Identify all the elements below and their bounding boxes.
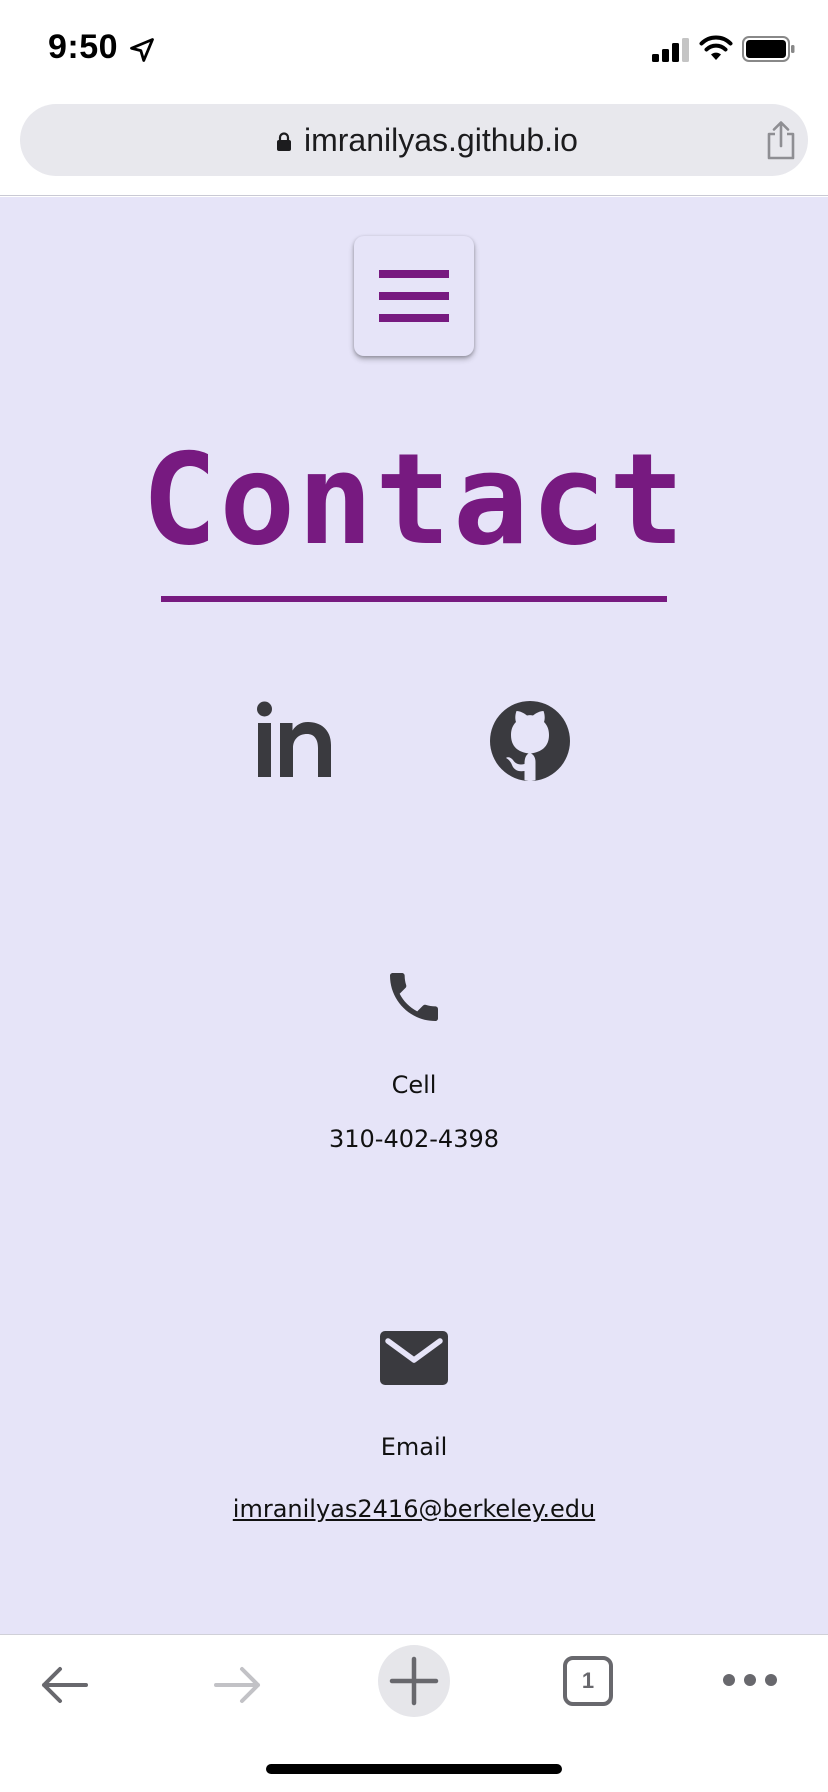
plus-icon bbox=[389, 1656, 439, 1706]
email-link[interactable]: imranilyas2416@berkeley.edu bbox=[0, 1495, 828, 1523]
share-icon[interactable] bbox=[764, 120, 798, 160]
page-content: Contact Cell 310-402-4398 Email imranily… bbox=[0, 197, 828, 1634]
lock-icon bbox=[277, 132, 291, 151]
tabs-button[interactable]: 1 bbox=[562, 1655, 614, 1707]
address-bar[interactable]: imranilyas.github.io bbox=[20, 104, 808, 176]
envelope-icon bbox=[380, 1331, 448, 1385]
status-bar: 9:50 bbox=[0, 0, 828, 96]
phone-number[interactable]: 310-402-4398 bbox=[0, 1125, 828, 1153]
email-label: Email bbox=[380, 1433, 448, 1461]
title-underline bbox=[161, 596, 667, 602]
cellular-signal-icon bbox=[652, 38, 689, 62]
status-time: 9:50 bbox=[48, 28, 119, 66]
wifi-icon bbox=[699, 35, 733, 60]
browser-address-area: imranilyas.github.io bbox=[0, 96, 828, 196]
url-text: imranilyas.github.io bbox=[304, 122, 578, 158]
tab-count: 1 bbox=[581, 1668, 595, 1693]
phone-icon bbox=[390, 973, 438, 1021]
battery-icon bbox=[742, 36, 795, 62]
back-arrow-icon[interactable] bbox=[36, 1657, 92, 1713]
hamburger-menu-button[interactable] bbox=[354, 236, 474, 356]
github-icon[interactable] bbox=[488, 699, 572, 783]
more-icon[interactable] bbox=[720, 1665, 780, 1695]
new-tab-button[interactable] bbox=[378, 1645, 450, 1717]
phone-label: Cell bbox=[391, 1071, 437, 1099]
forward-arrow-icon[interactable] bbox=[210, 1657, 266, 1713]
page-title: Contact bbox=[141, 426, 687, 573]
home-indicator bbox=[266, 1764, 562, 1774]
location-arrow-icon bbox=[130, 38, 154, 62]
linkedin-icon[interactable] bbox=[256, 699, 340, 783]
